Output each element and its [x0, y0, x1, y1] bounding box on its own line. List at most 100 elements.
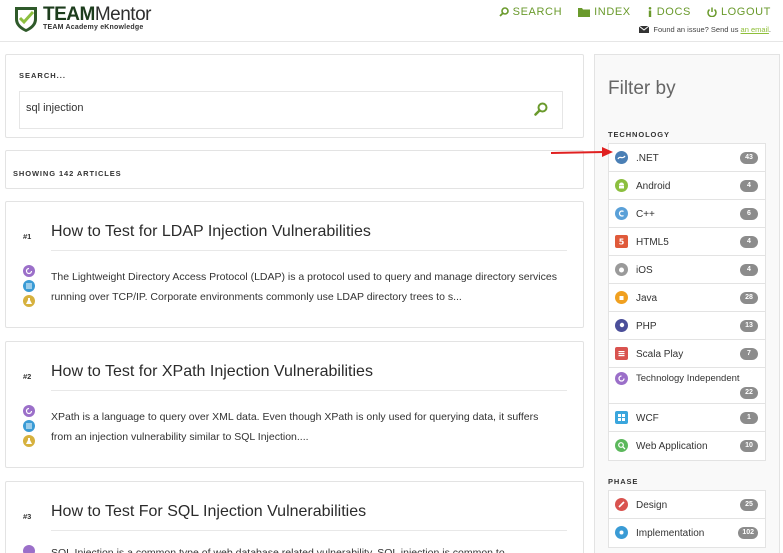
nav-logout-label: LOGOUT — [720, 6, 771, 18]
count-badge: 4 — [740, 264, 758, 276]
result-tag-icons — [23, 265, 35, 307]
nav-search-label: SEARCH — [512, 6, 563, 18]
result-description: XPath is a language to query over XML da… — [51, 411, 539, 443]
count-badge: 102 — [738, 527, 758, 539]
search-button[interactable] — [534, 102, 550, 118]
count-badge: 10 — [740, 440, 758, 452]
phase-section-label: PHASE — [608, 477, 639, 486]
design-icon — [615, 498, 628, 511]
divider — [51, 250, 567, 251]
cycle-icon — [23, 265, 35, 277]
list-icon — [23, 280, 35, 292]
count-badge: 4 — [740, 236, 758, 248]
info-icon — [648, 7, 652, 17]
apple-icon — [615, 263, 628, 276]
filter-panel: Filter by TECHNOLOGY .NET 43 Android 4 C… — [594, 54, 780, 553]
logo[interactable]: TEAMMentor TEAM Academy eKnowledge — [12, 5, 151, 33]
filter-item-ios[interactable]: iOS 4 — [609, 256, 765, 284]
filter-item-label: iOS — [636, 265, 653, 276]
list-icon — [23, 420, 35, 432]
result-title-link[interactable]: How to Test for LDAP Injection Vulnerabi… — [51, 223, 371, 241]
count-badge: 28 — [740, 292, 758, 304]
cpp-icon — [615, 207, 628, 220]
header: TEAMMentor TEAM Academy eKnowledge SEARC… — [0, 0, 783, 42]
top-nav: SEARCH INDEX DOCS LOGOUT — [499, 6, 771, 18]
filter-item-label: Java — [636, 293, 658, 304]
issue-text: Found an issue? Send us — [653, 25, 739, 34]
filter-item-scala-play[interactable]: Scala Play 7 — [609, 340, 765, 368]
count-badge: 1 — [740, 412, 758, 424]
result-number: #3 — [23, 512, 32, 521]
email-link[interactable]: an email — [741, 25, 769, 34]
filter-item-label: Android — [636, 181, 671, 192]
cycle-icon — [615, 372, 628, 385]
result-card: #1 How to Test for LDAP Injection Vulner… — [5, 201, 584, 328]
result-card: #3 How to Test For SQL Injection Vulnera… — [5, 481, 584, 553]
logo-subtitle: TEAM Academy eKnowledge — [43, 24, 144, 31]
power-icon — [707, 7, 717, 17]
filter-item-label: PHP — [636, 321, 657, 332]
technology-filter-list: .NET 43 Android 4 C++ 6 5 HTML5 4 iOS 4 … — [608, 143, 766, 461]
search-panel: SEARCH... — [5, 54, 584, 138]
search-label: SEARCH... — [19, 71, 66, 80]
filter-item-java[interactable]: Java 28 — [609, 284, 765, 312]
count-badge: 25 — [740, 499, 758, 511]
folder-icon — [578, 8, 591, 17]
annotation-arrow-icon — [550, 147, 613, 157]
filter-item-html5[interactable]: 5 HTML5 4 — [609, 228, 765, 256]
filter-item-label: C++ — [636, 209, 655, 220]
search-box[interactable] — [19, 91, 563, 129]
nav-docs-link[interactable]: DOCS — [647, 6, 691, 18]
result-title-link[interactable]: How to Test for XPath Injection Vulnerab… — [51, 363, 373, 381]
result-title-link[interactable]: How to Test For SQL Injection Vulnerabil… — [51, 503, 366, 521]
filter-item-label: Technology Independent — [636, 373, 740, 384]
result-tag-icons — [23, 405, 35, 447]
filter-item-label: WCF — [636, 413, 659, 424]
flask-icon — [23, 435, 35, 447]
filter-item-php[interactable]: PHP 13 — [609, 312, 765, 340]
phase-filter-list: Design 25 Implementation 102 — [608, 490, 766, 548]
filter-item-label: HTML5 — [636, 237, 669, 248]
android-icon — [615, 179, 628, 192]
search-input[interactable] — [26, 102, 506, 114]
filter-item-label: Web Application — [636, 441, 708, 452]
result-card: #2 How to Test for XPath Injection Vulne… — [5, 341, 584, 468]
filter-item-label: Implementation — [636, 528, 705, 539]
search-icon — [499, 7, 509, 17]
web-icon — [615, 439, 628, 452]
cycle-icon — [23, 545, 35, 553]
count-badge: 4 — [740, 180, 758, 192]
nav-docs-label: DOCS — [656, 6, 691, 18]
dotnet-icon — [615, 151, 628, 164]
filter-item-cpp[interactable]: C++ 6 — [609, 200, 765, 228]
count-badge: 6 — [740, 208, 758, 220]
nav-search-link[interactable]: SEARCH — [499, 6, 562, 18]
issue-notice: Found an issue? Send us an email. — [639, 25, 771, 34]
divider — [51, 390, 567, 391]
filter-item-label: Scala Play — [636, 349, 684, 360]
filter-item-design[interactable]: Design 25 — [609, 491, 765, 519]
filter-item-technology-independent[interactable]: Technology Independent 22 — [609, 368, 765, 404]
count-badge: 43 — [740, 152, 758, 164]
count-badge: 22 — [740, 387, 758, 399]
implementation-icon — [615, 526, 628, 539]
count-badge: 13 — [740, 320, 758, 332]
nav-logout-link[interactable]: LOGOUT — [707, 6, 771, 18]
nav-index-link[interactable]: INDEX — [578, 6, 631, 18]
filter-item-implementation[interactable]: Implementation 102 — [609, 519, 765, 547]
mail-icon — [639, 26, 650, 33]
result-tag-icons — [23, 545, 35, 553]
filter-item-wcf[interactable]: WCF 1 — [609, 404, 765, 432]
technology-section-label: TECHNOLOGY — [608, 130, 670, 139]
filter-item-label: .NET — [636, 153, 659, 164]
filter-item-web-application[interactable]: Web Application 10 — [609, 432, 765, 460]
svg-text:5: 5 — [619, 238, 625, 247]
scala-icon — [615, 347, 628, 360]
filter-item-android[interactable]: Android 4 — [609, 172, 765, 200]
flask-icon — [23, 295, 35, 307]
logo-title: TEAMMentor — [43, 4, 151, 25]
filter-item-label: Design — [636, 500, 668, 511]
results-count-panel: SHOWING 142 ARTICLES — [5, 150, 584, 189]
filter-item-dotnet[interactable]: .NET 43 — [609, 144, 765, 172]
cycle-icon — [23, 405, 35, 417]
